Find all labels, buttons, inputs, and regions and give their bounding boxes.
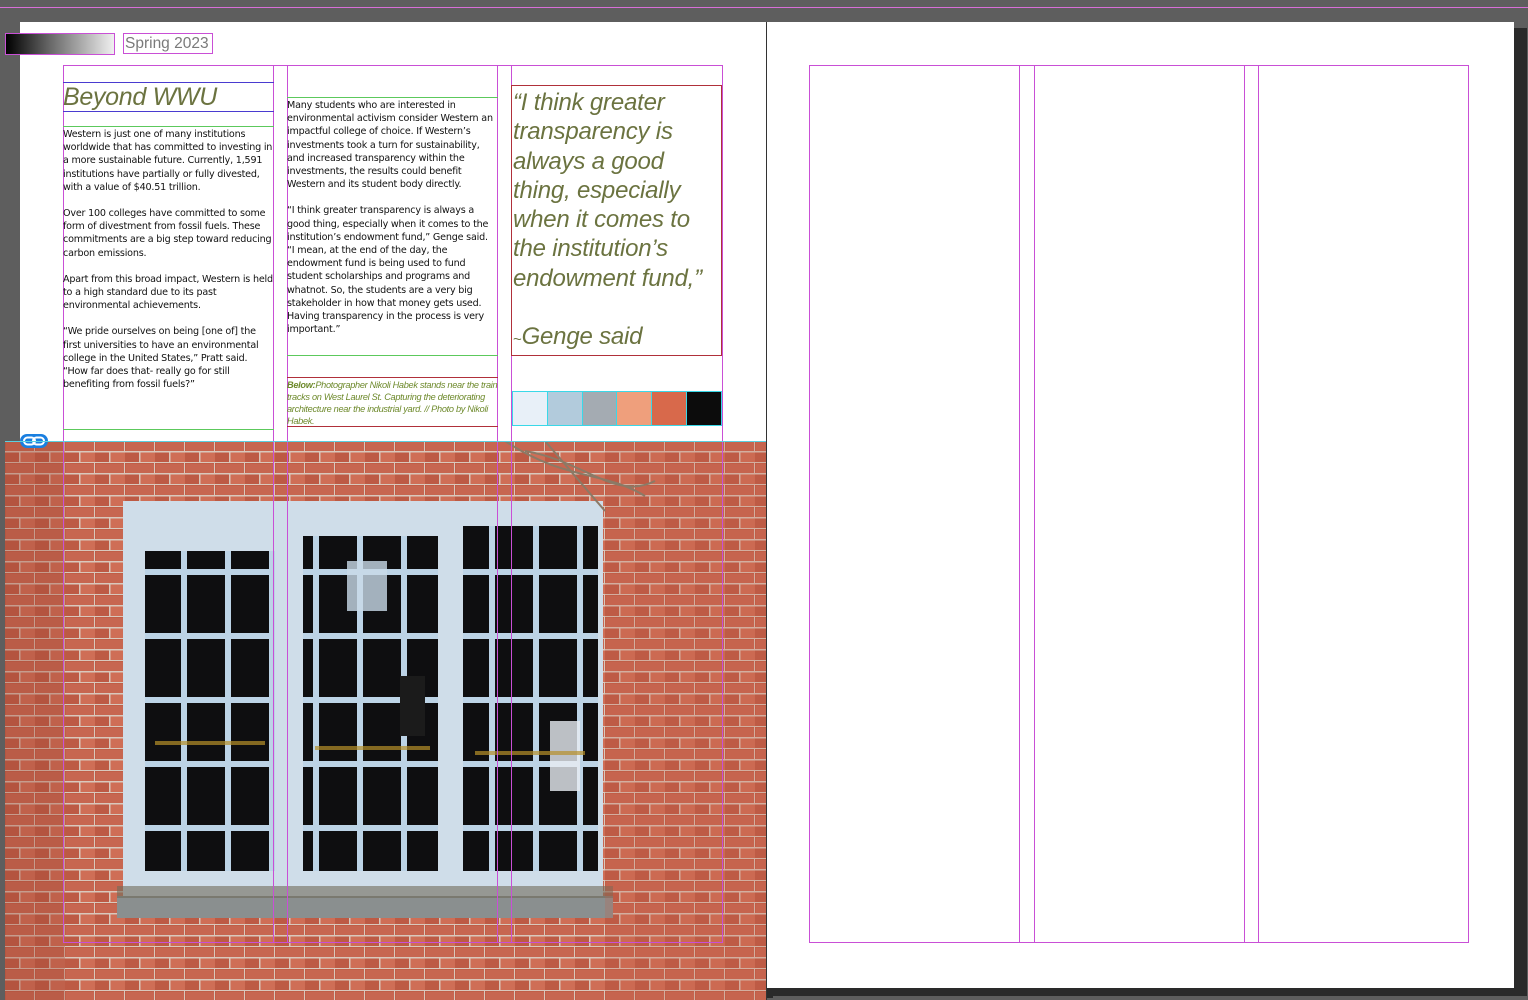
column-guide-r2	[1019, 65, 1020, 943]
margin-guide-top-left	[63, 65, 723, 66]
gradient-swatch[interactable]	[5, 33, 115, 55]
margin-guide-bottom-right	[809, 942, 1469, 943]
column-guide-r5	[1258, 65, 1259, 943]
color-swatch[interactable]	[582, 392, 618, 425]
right-page[interactable]	[767, 22, 1514, 988]
pull-quote-attribution: Genge said	[521, 323, 643, 351]
pull-quote-attribution-line: ~Genge said	[513, 322, 721, 354]
issue-label: Spring 2023	[125, 35, 209, 52]
body-text-column-2[interactable]: Many students who are interested in envi…	[287, 97, 498, 356]
bleed-guide-top	[0, 7, 1528, 8]
issue-label-frame[interactable]: Spring 2023	[123, 33, 213, 54]
column-guide-r3	[1034, 65, 1035, 943]
color-swatch[interactable]	[617, 392, 653, 425]
caption-text: Photographer Nikoli Habek stands near th…	[287, 380, 498, 426]
color-swatch-strip	[512, 391, 722, 426]
paragraph: Over 100 colleges have committed to some…	[63, 208, 272, 259]
paragraph: “I think greater transparency is always …	[287, 205, 489, 336]
paragraph: “We pride ourselves on being [one of] th…	[63, 326, 259, 391]
column-guide-r4	[1244, 65, 1245, 943]
headline-frame[interactable]: Beyond WWU	[63, 82, 274, 112]
photo-frame-top-edge	[5, 441, 766, 442]
margin-guide-bottom-left	[63, 942, 723, 943]
color-swatch[interactable]	[652, 392, 688, 425]
paragraph: Many students who are interested in envi…	[287, 100, 493, 191]
caption-lead: Below:	[287, 380, 316, 390]
color-swatch[interactable]	[547, 392, 583, 425]
column-guide-r6	[1468, 65, 1469, 943]
brick-building-photo	[5, 441, 766, 1000]
pull-quote-frame[interactable]: “I think greater transparency is always …	[511, 85, 722, 356]
headline: Beyond WWU	[63, 83, 217, 111]
margin-guide-top-right	[809, 65, 1469, 66]
paragraph: Apart from this broad impact, Western is…	[63, 273, 273, 312]
body-text-column-1[interactable]: Western is just one of many institutions…	[63, 126, 274, 430]
column-guide-6	[722, 65, 723, 943]
color-swatch[interactable]	[513, 392, 548, 425]
pull-quote-text: “I think greater transparency is always …	[513, 89, 702, 292]
color-swatch[interactable]	[687, 392, 721, 425]
attribution-tilde: ~	[513, 331, 522, 349]
column-guide-r1	[809, 65, 810, 943]
photo-caption-frame[interactable]: Below:Photographer Nikoli Habek stands n…	[287, 377, 498, 427]
paragraph: Western is just one of many institutions…	[63, 129, 273, 193]
photo-frame[interactable]	[5, 441, 766, 1000]
spine-line	[766, 22, 767, 1000]
